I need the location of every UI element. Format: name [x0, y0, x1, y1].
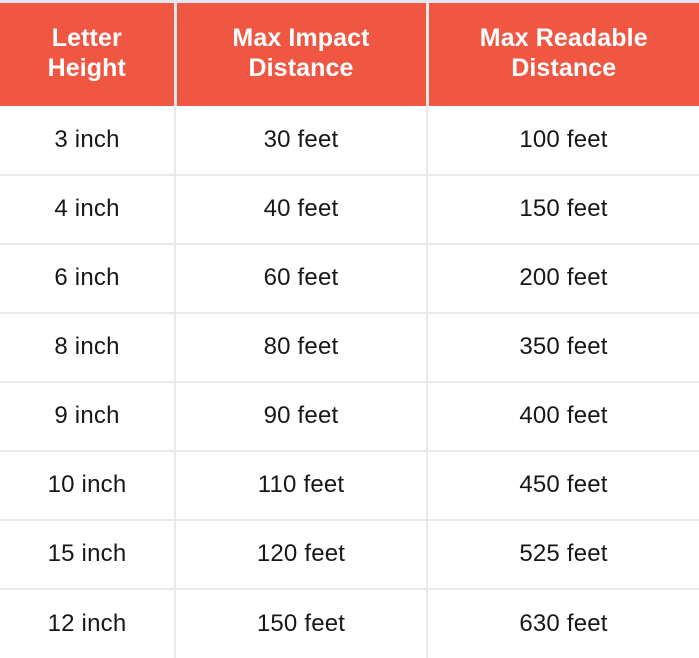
column-header-letter-height-line2: Height	[47, 54, 126, 83]
cell-max-readable-distance: 200 feet	[427, 243, 699, 314]
cell-max-readable-distance: 525 feet	[427, 519, 699, 590]
table-row: 10 inch 110 feet 450 feet	[0, 450, 699, 521]
cell-max-impact-distance: 80 feet	[175, 312, 428, 383]
cell-max-impact-distance: 40 feet	[175, 174, 428, 245]
cell-max-impact-distance: 150 feet	[175, 588, 428, 658]
cell-letter-height: 12 inch	[0, 588, 176, 658]
cell-letter-height: 4 inch	[0, 174, 176, 245]
cell-letter-height: 15 inch	[0, 519, 176, 590]
cell-letter-height: 8 inch	[0, 312, 176, 383]
column-header-letter-height: Letter Height	[0, 0, 177, 106]
cell-max-impact-distance: 30 feet	[175, 105, 428, 176]
table-header: Letter Height Max Impact Distance Max Re…	[0, 0, 699, 106]
column-header-max-readable-distance-line2: Distance	[511, 54, 617, 83]
table-container: Letter Height Max Impact Distance Max Re…	[0, 0, 699, 658]
table-body: 3 inch 30 feet 100 feet 4 inch 40 feet 1…	[0, 105, 699, 658]
column-header-max-impact-distance-line1: Max Impact	[232, 23, 370, 52]
cell-max-impact-distance: 60 feet	[175, 243, 428, 314]
cell-letter-height: 3 inch	[0, 105, 176, 176]
cell-letter-height: 10 inch	[0, 450, 176, 521]
cell-max-readable-distance: 100 feet	[427, 105, 699, 176]
cell-max-readable-distance: 350 feet	[427, 312, 699, 383]
table-row: 15 inch 120 feet 525 feet	[0, 519, 699, 590]
cell-max-readable-distance: 450 feet	[427, 450, 699, 521]
table-row: 4 inch 40 feet 150 feet	[0, 174, 699, 245]
cell-max-impact-distance: 120 feet	[175, 519, 428, 590]
cell-max-readable-distance: 630 feet	[427, 588, 699, 658]
cell-max-impact-distance: 90 feet	[175, 381, 428, 452]
column-header-max-impact-distance: Max Impact Distance	[175, 0, 429, 106]
table-row: 9 inch 90 feet 400 feet	[0, 381, 699, 452]
cell-max-impact-distance: 110 feet	[175, 450, 428, 521]
column-header-letter-height-line1: Letter	[51, 23, 122, 52]
table-row: 3 inch 30 feet 100 feet	[0, 105, 699, 176]
column-header-max-readable-distance: Max Readable Distance	[427, 0, 699, 106]
table-header-row: Letter Height Max Impact Distance Max Re…	[0, 0, 699, 106]
table-row: 8 inch 80 feet 350 feet	[0, 312, 699, 383]
letter-height-visibility-table: Letter Height Max Impact Distance Max Re…	[0, 0, 699, 658]
cell-letter-height: 6 inch	[0, 243, 176, 314]
column-header-max-impact-distance-line2: Distance	[248, 54, 354, 83]
table-row: 6 inch 60 feet 200 feet	[0, 243, 699, 314]
cell-max-readable-distance: 400 feet	[427, 381, 699, 452]
cell-max-readable-distance: 150 feet	[427, 174, 699, 245]
cell-letter-height: 9 inch	[0, 381, 176, 452]
table-row: 12 inch 150 feet 630 feet	[0, 588, 699, 658]
column-header-max-readable-distance-line1: Max Readable	[479, 23, 648, 52]
